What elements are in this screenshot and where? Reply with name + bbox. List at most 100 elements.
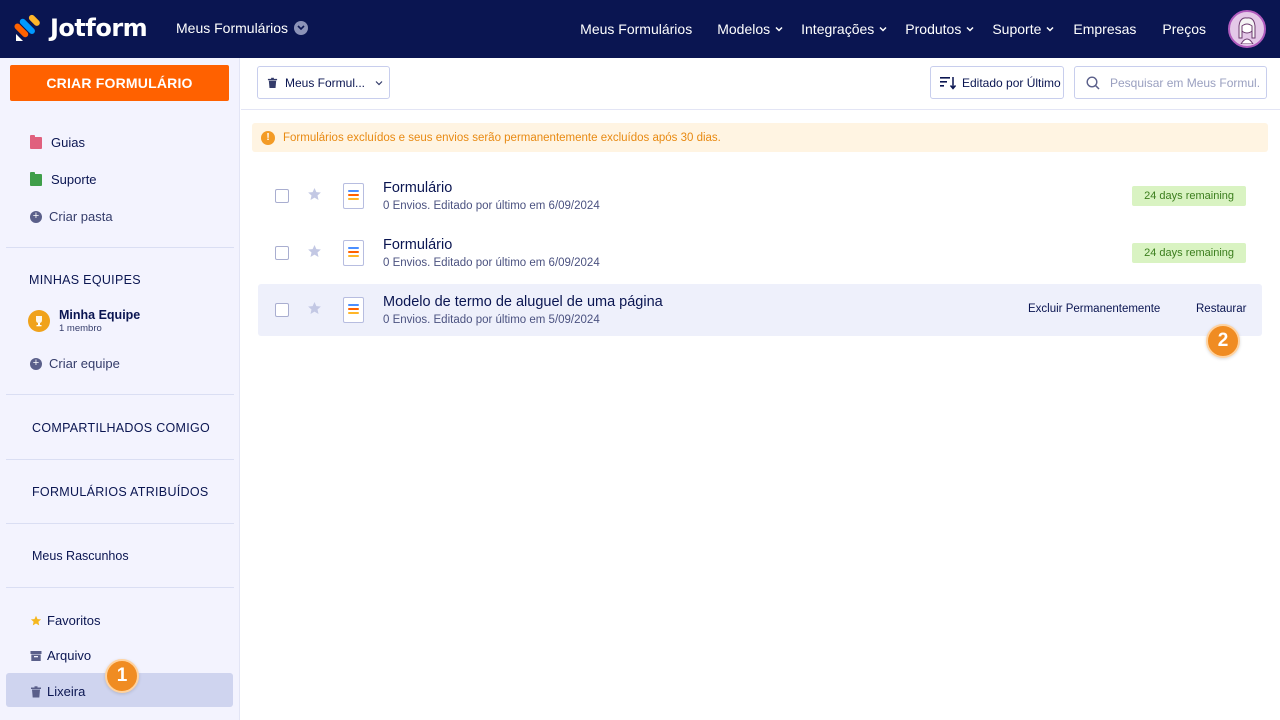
- chevron-down-icon: [294, 21, 309, 35]
- create-form-button[interactable]: CRIAR FORMULÁRIO: [10, 65, 229, 101]
- form-icon: [343, 297, 364, 323]
- chevron-down-icon: [879, 26, 887, 32]
- create-folder-label: Criar pasta: [49, 209, 113, 224]
- nav-label: Integrações: [801, 21, 875, 37]
- brand-name: Jotform: [50, 14, 148, 42]
- trophy-icon: [28, 310, 50, 332]
- warning-icon: !: [261, 130, 275, 145]
- team-members: 1 membro: [59, 323, 102, 334]
- nav-products[interactable]: Produtos: [905, 21, 974, 37]
- chevron-down-icon: [775, 26, 783, 32]
- chevron-down-icon: [1046, 26, 1054, 32]
- create-team-label: Criar equipe: [49, 356, 120, 371]
- form-row[interactable]: Formulário 0 Envios. Editado por último …: [258, 170, 1262, 222]
- step-marker-2: 2: [1206, 324, 1240, 358]
- star-icon[interactable]: [307, 187, 322, 202]
- folder-dropdown-label: Meus Formul...: [285, 75, 366, 90]
- sidebar-item-guias[interactable]: Guias: [30, 134, 85, 150]
- trash-icon: [31, 685, 41, 697]
- form-row[interactable]: Modelo de termo de aluguel de uma página…: [258, 284, 1262, 336]
- divider: [6, 523, 234, 524]
- divider: [6, 247, 234, 248]
- nav-pricing[interactable]: Preços: [1162, 21, 1206, 37]
- archive-icon: [30, 650, 42, 661]
- form-meta: 0 Envios. Editado por último em 5/09/202…: [383, 314, 600, 326]
- top-navigation: Jotform Meus Formulários Meus Formulário…: [0, 0, 1280, 58]
- folder-icon: [30, 134, 42, 149]
- assigned-forms[interactable]: FORMULÁRIOS ATRIBUÍDOS: [32, 485, 209, 499]
- user-avatar[interactable]: [1228, 10, 1266, 48]
- nav-label: Empresas: [1073, 21, 1137, 37]
- nav-integrations[interactable]: Integrações: [801, 21, 887, 37]
- trash-icon: [267, 77, 278, 88]
- create-team-button[interactable]: + Criar equipe: [30, 356, 120, 371]
- nav-support[interactable]: Suporte: [992, 21, 1054, 37]
- row-checkbox[interactable]: [275, 189, 289, 203]
- row-checkbox[interactable]: [275, 246, 289, 260]
- nav-label: Meus Formulários: [580, 21, 693, 37]
- toolbar: Meus Formul... Editado por Último: [241, 58, 1280, 110]
- chevron-down-icon: [375, 80, 383, 85]
- nav-label: Produtos: [905, 21, 962, 37]
- sidebar-item-suporte[interactable]: Suporte: [30, 171, 97, 187]
- form-icon: [343, 240, 364, 266]
- folder-dropdown[interactable]: Meus Formul...: [257, 66, 390, 99]
- status-badge: 24 days remaining: [1132, 186, 1246, 206]
- form-row[interactable]: Formulário 0 Envios. Editado por último …: [258, 227, 1262, 279]
- sidebar-item-label: Guias: [51, 135, 85, 150]
- delete-permanently-button[interactable]: Excluir Permanentemente: [1028, 303, 1160, 315]
- nav-label: Suporte: [992, 21, 1042, 37]
- sidebar: CRIAR FORMULÁRIO Guias Suporte + Criar p…: [0, 58, 240, 720]
- sort-icon: [940, 76, 956, 90]
- status-badge: 24 days remaining: [1132, 243, 1246, 263]
- form-icon: [343, 183, 364, 209]
- row-checkbox[interactable]: [275, 303, 289, 317]
- sidebar-item-archive[interactable]: Arquivo: [30, 648, 91, 663]
- chevron-down-icon: [966, 26, 974, 32]
- sidebar-item-label: Suporte: [51, 172, 97, 187]
- sort-button[interactable]: Editado por Último: [930, 66, 1064, 99]
- form-title[interactable]: Formulário: [383, 180, 452, 196]
- sort-label: Editado por Último: [962, 75, 1061, 90]
- folder-icon: [30, 171, 42, 186]
- jotform-logo[interactable]: Jotform: [14, 13, 148, 43]
- star-icon[interactable]: [307, 244, 322, 259]
- avatar-icon: [1238, 17, 1256, 44]
- form-title[interactable]: Modelo de termo de aluguel de uma página: [383, 294, 663, 310]
- teams-section-title: MINHAS EQUIPES: [29, 273, 141, 287]
- search-box[interactable]: [1074, 66, 1267, 99]
- star-icon: [30, 615, 42, 625]
- my-drafts[interactable]: Meus Rascunhos: [32, 549, 129, 563]
- form-meta: 0 Envios. Editado por último em 6/09/202…: [383, 257, 600, 269]
- plus-icon: +: [30, 357, 42, 370]
- step-marker-1: 1: [105, 659, 139, 693]
- workspace-label: Meus Formulários: [176, 20, 289, 36]
- deletion-notice-text: Formulários excluídos e seus envios serã…: [283, 131, 721, 144]
- form-meta: 0 Envios. Editado por último em 6/09/202…: [383, 200, 600, 212]
- create-folder-button[interactable]: + Criar pasta: [30, 209, 113, 224]
- sidebar-item-label: Favoritos: [47, 613, 101, 628]
- team-info: Minha Equipe 1 membro: [59, 308, 140, 334]
- sidebar-item-favorites[interactable]: Favoritos: [30, 613, 100, 628]
- divider: [6, 459, 234, 460]
- team-name: Minha Equipe: [59, 308, 141, 322]
- nav-label: Preços: [1162, 21, 1206, 37]
- nav-templates[interactable]: Modelos: [717, 21, 783, 37]
- form-title[interactable]: Formulário: [383, 237, 452, 253]
- workspace-switcher[interactable]: Meus Formulários: [176, 20, 309, 36]
- sidebar-item-label: Lixeira: [47, 684, 86, 699]
- deletion-notice: ! Formulários excluídos e seus envios se…: [252, 123, 1268, 152]
- divider: [6, 587, 234, 588]
- sidebar-item-team[interactable]: Minha Equipe 1 membro: [28, 308, 140, 334]
- nav-enterprise[interactable]: Empresas: [1073, 21, 1136, 37]
- shared-with-me[interactable]: COMPARTILHADOS COMIGO: [32, 421, 210, 435]
- nav-my-forms[interactable]: Meus Formulários: [580, 21, 692, 37]
- jotform-logo-icon: [14, 14, 40, 41]
- nav-label: Modelos: [717, 21, 771, 37]
- divider: [6, 394, 234, 395]
- sidebar-item-trash[interactable]: Lixeira: [30, 684, 85, 699]
- search-icon: [1086, 75, 1100, 90]
- restore-button[interactable]: Restaurar: [1196, 303, 1247, 315]
- search-input[interactable]: [1110, 75, 1260, 90]
- star-icon[interactable]: [307, 301, 322, 316]
